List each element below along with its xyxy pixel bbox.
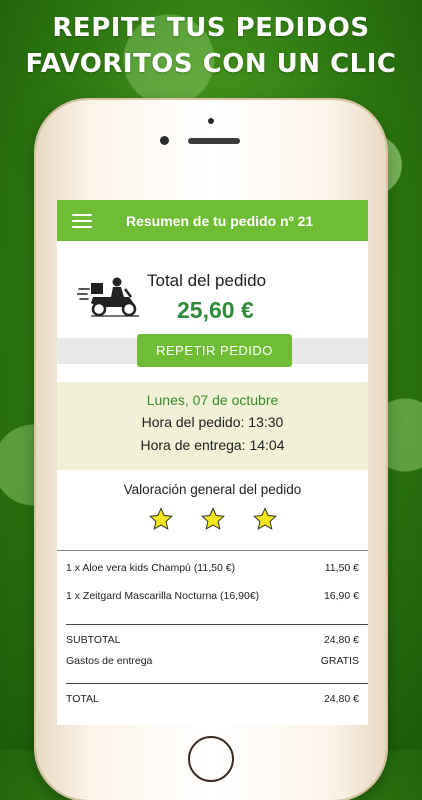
banner-line-1: REPITE TUS PEDIDOS	[52, 13, 370, 43]
item-description: 1 x Zeitgard Mascarilla Nocturna (16,90€…	[66, 590, 260, 602]
repeat-order-button[interactable]: REPETIR PEDIDO	[137, 334, 292, 367]
order-total-label: Total del pedido	[147, 271, 267, 290]
home-button[interactable]	[188, 736, 234, 782]
divider	[66, 624, 368, 625]
app-header: Resumen de tu pedido nº 21	[57, 200, 368, 241]
phone-speaker	[188, 138, 240, 144]
order-total-amount: 25,60 €	[177, 297, 254, 323]
list-item: 1 x Aloe vera kids Champú (11,50 €) 11,5…	[66, 554, 359, 582]
list-item: 1 x Zeitgard Mascarilla Nocturna (16,90€…	[66, 582, 359, 610]
star-icon[interactable]	[200, 507, 225, 531]
page-title: Resumen de tu pedido nº 21	[126, 212, 314, 229]
item-price: 16,90 €	[323, 590, 359, 602]
rating-section: Valoración general del pedido	[57, 470, 368, 551]
star-icon[interactable]	[148, 507, 173, 531]
star-rating[interactable]	[57, 507, 368, 531]
total-value: 24,80 €	[323, 693, 359, 705]
item-price: 11,50 €	[324, 562, 359, 574]
total-row: TOTAL 24,80 €	[57, 684, 368, 714]
shipping-value: GRATIS	[320, 654, 359, 667]
banner-line-2: FAVORITOS CON UN CLIC	[25, 49, 397, 79]
order-time: Hora del pedido: 13:30	[141, 414, 284, 430]
subtotal-value: 24,80 €	[323, 633, 359, 646]
shipping-row: Gastos de entrega GRATIS	[66, 650, 359, 671]
delivery-scooter-icon	[77, 277, 139, 317]
total-label: TOTAL	[66, 693, 99, 705]
promo-banner: REPITE TUS PEDIDOS FAVORITOS CON UN CLIC	[0, 10, 422, 82]
shipping-label: Gastos de entrega	[66, 654, 153, 667]
rating-label: Valoración general del pedido	[123, 482, 302, 497]
phone-sensor	[208, 118, 214, 124]
subtotal-label: SUBTOTAL	[66, 633, 121, 646]
item-description: 1 x Aloe vera kids Champú (11,50 €)	[66, 562, 236, 574]
order-total-section: Total del pedido 25,60 €	[57, 241, 368, 338]
order-date: Lunes, 07 de octubre	[146, 392, 279, 408]
order-date-box: Lunes, 07 de octubre Hora del pedido: 13…	[57, 382, 368, 470]
subtotal-row: SUBTOTAL 24,80 €	[66, 629, 359, 650]
order-items-list: 1 x Aloe vera kids Champú (11,50 €) 11,5…	[57, 554, 368, 610]
order-summary: SUBTOTAL 24,80 € Gastos de entrega GRATI…	[57, 629, 368, 671]
app-screen: Resumen de tu pedido nº 21 Total del ped…	[57, 200, 368, 725]
star-icon[interactable]	[252, 507, 277, 531]
delivery-time: Hora de entrega: 14:04	[140, 437, 285, 453]
phone-camera	[160, 136, 169, 145]
action-band: REPETIR PEDIDO	[57, 334, 368, 367]
hamburger-menu-icon[interactable]	[72, 213, 92, 228]
